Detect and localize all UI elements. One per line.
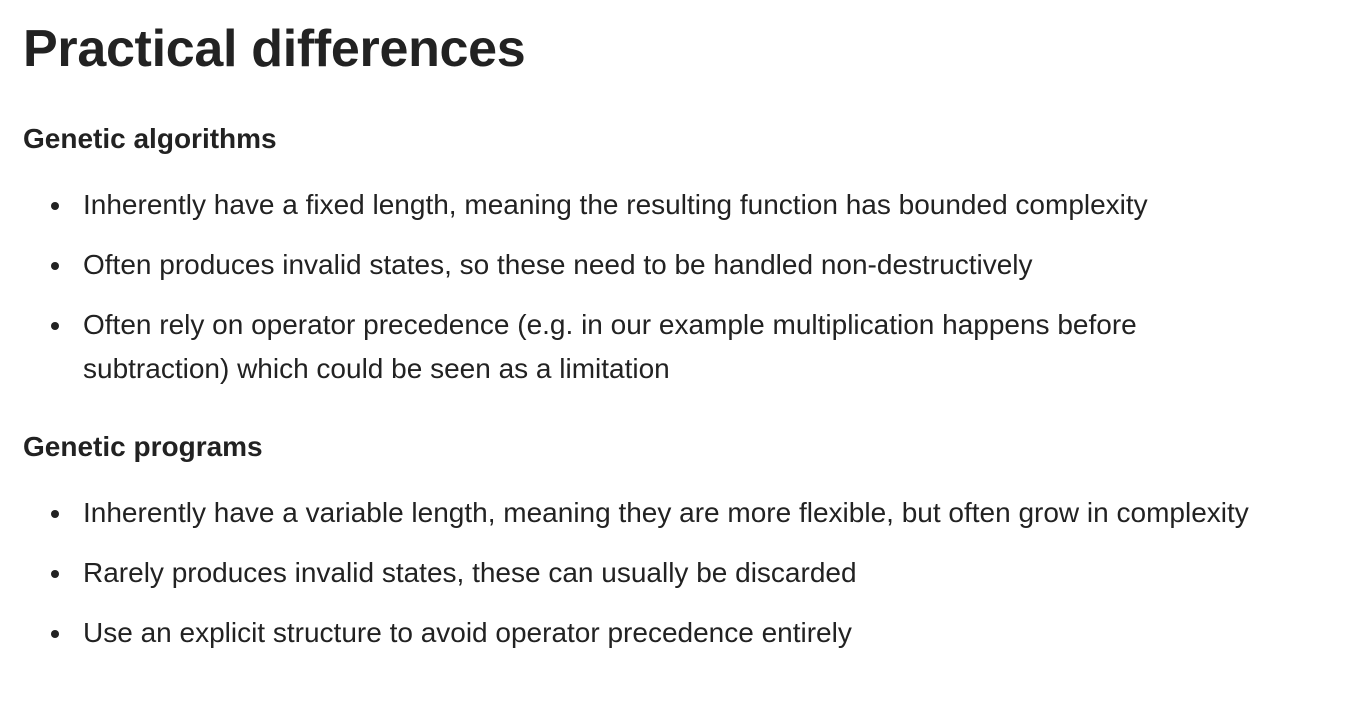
list-item: Inherently have a fixed length, meaning … <box>51 183 1352 227</box>
genetic-programs-list: Inherently have a variable length, meani… <box>23 491 1352 655</box>
bullet-icon <box>51 630 59 638</box>
bullet-icon <box>51 322 59 330</box>
list-item-text: Inherently have a variable length, meani… <box>83 497 1249 528</box>
list-item-text: Often produces invalid states, so these … <box>83 249 1033 280</box>
section-heading-genetic-programs: Genetic programs <box>23 431 263 462</box>
bullet-icon <box>51 262 59 270</box>
article-content: Practical differences Genetic algorithms… <box>0 0 1352 655</box>
list-item-text: Often rely on operator precedence (e.g. … <box>83 309 1137 384</box>
genetic-algorithms-list: Inherently have a fixed length, meaning … <box>23 183 1352 391</box>
bullet-icon <box>51 510 59 518</box>
list-item: Rarely produces invalid states, these ca… <box>51 551 1352 595</box>
bullet-icon <box>51 202 59 210</box>
section-heading-genetic-algorithms: Genetic algorithms <box>23 123 277 154</box>
list-item-text: Use an explicit structure to avoid opera… <box>83 617 852 648</box>
list-item-text: Rarely produces invalid states, these ca… <box>83 557 857 588</box>
list-item-text: Inherently have a fixed length, meaning … <box>83 189 1148 220</box>
list-item: Often produces invalid states, so these … <box>51 243 1352 287</box>
list-item: Use an explicit structure to avoid opera… <box>51 611 1352 655</box>
list-item: Often rely on operator precedence (e.g. … <box>51 303 1243 391</box>
page-title: Practical differences <box>23 20 526 78</box>
list-item: Inherently have a variable length, meani… <box>51 491 1352 535</box>
bullet-icon <box>51 570 59 578</box>
